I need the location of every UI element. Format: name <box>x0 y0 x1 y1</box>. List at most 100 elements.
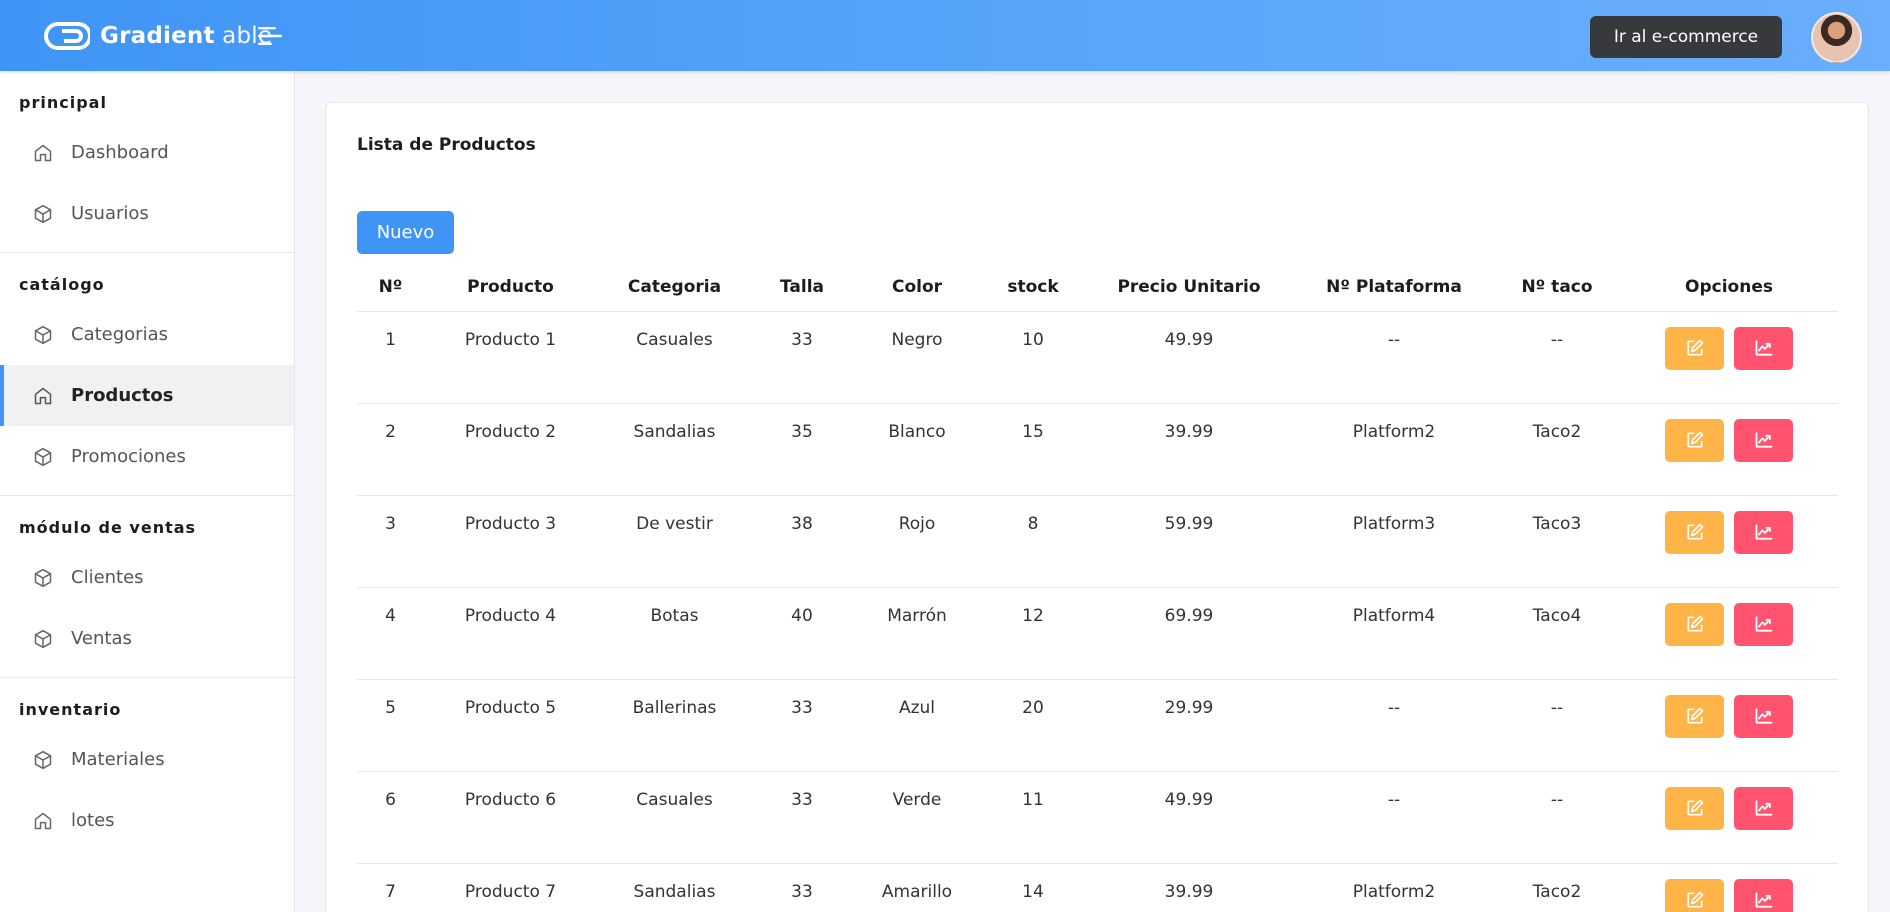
table-cell: -- <box>1294 771 1494 864</box>
edit-button[interactable] <box>1665 694 1724 738</box>
sidebar-item-ventas[interactable]: Ventas <box>0 608 294 669</box>
chart-icon <box>1755 892 1772 908</box>
options-cell <box>1620 495 1838 588</box>
sidebar-item-usuarios[interactable]: Usuarios <box>0 183 294 244</box>
sidebar-item-label: Promociones <box>71 446 186 467</box>
table-cell: Producto 7 <box>424 863 597 912</box>
table-row: 3 Producto 3 De vestir 38 Rojo 8 59.99 Platform… <box>357 495 1838 588</box>
row-actions <box>1665 602 1793 646</box>
go-ecommerce-button[interactable]: Ir al e-commerce <box>1590 16 1782 58</box>
sidebar-item-label: Ventas <box>71 628 132 649</box>
brand[interactable]: Gradient able <box>42 20 272 52</box>
sidebar-item-productos[interactable]: Productos <box>0 365 294 426</box>
home-icon <box>34 144 52 161</box>
sidebar-item-dashboard[interactable]: Dashboard <box>0 122 294 183</box>
options-cell <box>1620 587 1838 680</box>
chart-icon <box>1755 708 1772 724</box>
sidebar-item-promociones[interactable]: Promociones <box>0 426 294 487</box>
table-cell: Azul <box>852 679 982 772</box>
table-row: 4 Producto 4 Botas 40 Marrón 12 69.99 Platform4… <box>357 587 1838 680</box>
column-header: Categoria <box>597 263 752 312</box>
table-cell: 4 <box>357 587 424 680</box>
edit-icon <box>1687 339 1703 356</box>
table-row: 7 Producto 7 Sandalias 33 Amarillo 14 39.99 Pla… <box>357 863 1838 912</box>
chart-icon <box>1755 340 1772 356</box>
table-cell: 39.99 <box>1084 403 1294 496</box>
table-cell: 8 <box>982 495 1084 588</box>
home-icon <box>34 812 52 829</box>
row-actions <box>1665 326 1793 370</box>
edit-icon <box>1687 615 1703 632</box>
menu-toggle-icon[interactable] <box>258 26 282 46</box>
column-header: Talla <box>752 263 852 312</box>
sidebar: principal Dashboard Usuarios catálogo Ca… <box>0 71 295 912</box>
table-cell: 33 <box>752 311 852 404</box>
row-actions <box>1665 510 1793 554</box>
table-cell: 59.99 <box>1084 495 1294 588</box>
page-title: Lista de Productos <box>357 135 536 155</box>
products-card: Lista de Productos Nuevo Nº Producto Cat… <box>325 102 1869 912</box>
table-cell: Botas <box>597 587 752 680</box>
table-cell: -- <box>1494 311 1620 404</box>
table-cell: 14 <box>982 863 1084 912</box>
sidebar-item-materiales[interactable]: Materiales <box>0 729 294 790</box>
table-cell: 35 <box>752 403 852 496</box>
table-cell: 33 <box>752 679 852 772</box>
box-icon <box>34 325 52 344</box>
table-cell: -- <box>1294 679 1494 772</box>
table-cell: 49.99 <box>1084 311 1294 404</box>
table-cell: 7 <box>357 863 424 912</box>
stats-button[interactable] <box>1734 602 1793 646</box>
table-header-row: Nº Producto Categoria Talla Color stock … <box>357 263 1838 312</box>
table-cell: 29.99 <box>1084 679 1294 772</box>
table-cell: -- <box>1494 771 1620 864</box>
table-cell: 6 <box>357 771 424 864</box>
edit-button[interactable] <box>1665 418 1724 462</box>
stats-button[interactable] <box>1734 510 1793 554</box>
table-cell: Sandalias <box>597 403 752 496</box>
table-cell: Taco3 <box>1494 495 1620 588</box>
table-cell: Rojo <box>852 495 982 588</box>
sidebar-item-categorias[interactable]: Categorias <box>0 304 294 365</box>
brand-logo-icon <box>44 22 90 50</box>
table-cell: Platform4 <box>1294 587 1494 680</box>
table-row: 1 Producto 1 Casuales 33 Negro 10 49.99 -- -- <box>357 311 1838 404</box>
column-header: Opciones <box>1620 263 1838 312</box>
edit-button[interactable] <box>1665 510 1724 554</box>
box-icon <box>34 750 52 769</box>
chart-icon <box>1755 800 1772 816</box>
sidebar-section-catalogo: catálogo Categorias Productos Promocione… <box>0 253 294 496</box>
sidebar-item-lotes[interactable]: lotes <box>0 790 294 851</box>
edit-button[interactable] <box>1665 326 1724 370</box>
table-cell: Blanco <box>852 403 982 496</box>
table-cell: -- <box>1494 679 1620 772</box>
table-cell: Producto 4 <box>424 587 597 680</box>
stats-button[interactable] <box>1734 786 1793 830</box>
chart-icon <box>1755 524 1772 540</box>
table-cell: Ballerinas <box>597 679 752 772</box>
section-title: inventario <box>19 700 122 719</box>
table-cell: 33 <box>752 771 852 864</box>
table-cell: Sandalias <box>597 863 752 912</box>
sidebar-item-label: Productos <box>71 385 174 406</box>
stats-button[interactable] <box>1734 418 1793 462</box>
box-icon <box>34 629 52 648</box>
products-table: Nº Producto Categoria Talla Color stock … <box>357 263 1838 912</box>
edit-button[interactable] <box>1665 602 1724 646</box>
stats-button[interactable] <box>1734 878 1793 912</box>
column-header: Producto <box>424 263 597 312</box>
table-cell: 3 <box>357 495 424 588</box>
stats-button[interactable] <box>1734 694 1793 738</box>
table-cell: Taco2 <box>1494 403 1620 496</box>
edit-button[interactable] <box>1665 786 1724 830</box>
sidebar-item-clientes[interactable]: Clientes <box>0 547 294 608</box>
stats-button[interactable] <box>1734 326 1793 370</box>
edit-button[interactable] <box>1665 878 1724 912</box>
avatar[interactable] <box>1811 12 1862 63</box>
row-actions <box>1665 418 1793 462</box>
table-cell: 49.99 <box>1084 771 1294 864</box>
chart-icon <box>1755 616 1772 632</box>
column-header: Nº taco <box>1494 263 1620 312</box>
table-cell: 39.99 <box>1084 863 1294 912</box>
new-product-button[interactable]: Nuevo <box>357 211 454 254</box>
